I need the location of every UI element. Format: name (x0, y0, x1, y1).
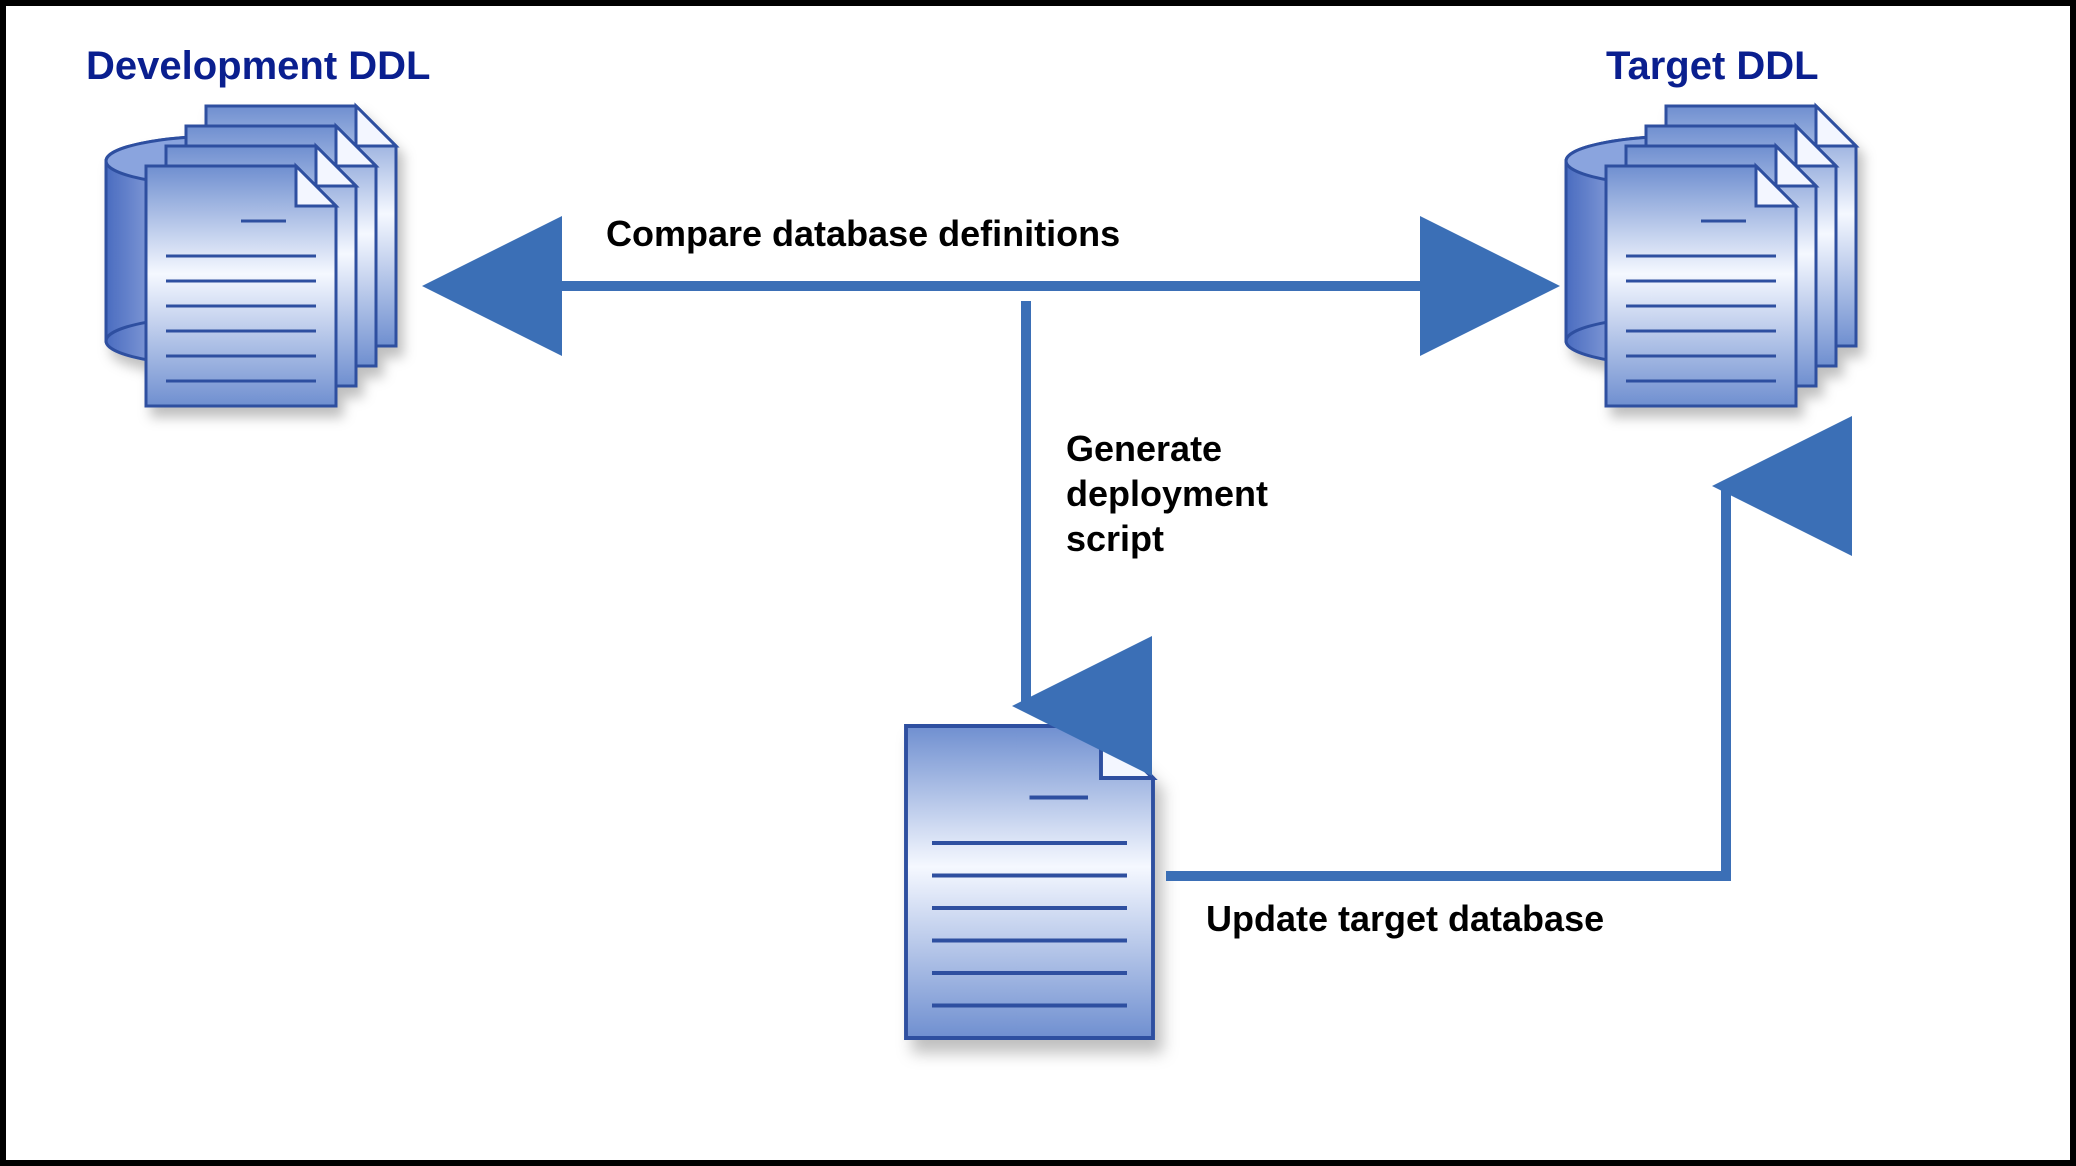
target-ddl-icon (1566, 106, 1856, 406)
development-ddl-title: Development DDL (86, 44, 431, 89)
diagram-canvas (6, 6, 2070, 1160)
step-update-label: Update target database (1206, 896, 1604, 941)
step-generate-label: Generate deployment script (1066, 426, 1268, 561)
development-ddl-icon (106, 106, 396, 406)
target-ddl-title: Target DDL (1606, 44, 1819, 89)
step-compare-label: Compare database definitions (606, 211, 1120, 256)
deployment-script-icon (906, 726, 1153, 1038)
